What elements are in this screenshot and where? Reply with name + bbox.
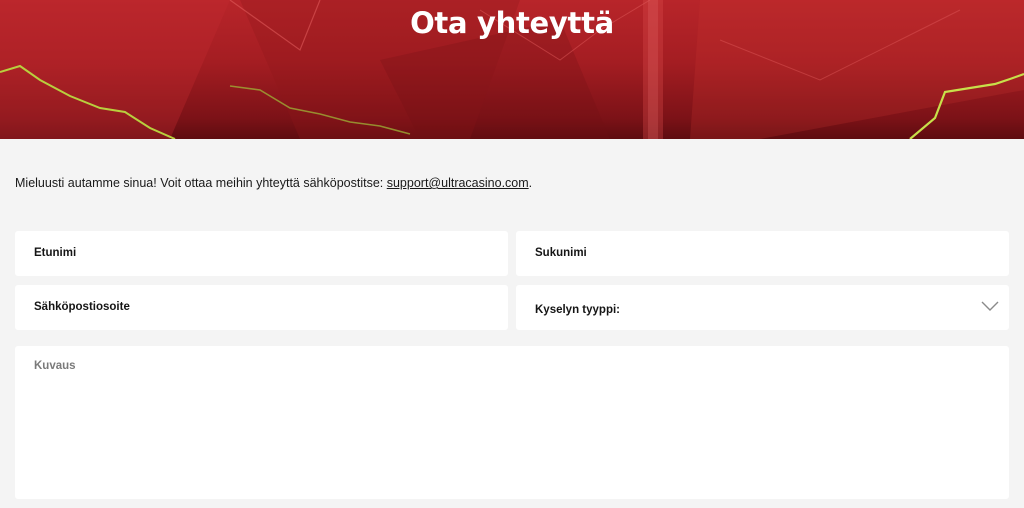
intro-suffix: . bbox=[528, 176, 533, 190]
email-field[interactable]: Sähköpostiosoite bbox=[15, 285, 508, 330]
chevron-down-icon[interactable] bbox=[981, 301, 999, 312]
inquiry-type-select[interactable]: Kyselyn tyyppi: bbox=[516, 285, 1009, 330]
page-title: Ota yhteyttä bbox=[410, 6, 614, 40]
hero-banner: Ota yhteyttä bbox=[0, 0, 1024, 139]
first-name-field[interactable]: Etunimi bbox=[15, 231, 508, 276]
last-name-placeholder: Sukunimi bbox=[535, 247, 587, 259]
last-name-field[interactable]: Sukunimi bbox=[516, 231, 1009, 276]
intro-text: Mieluusti autamme sinua! Voit ottaa meih… bbox=[15, 176, 532, 190]
description-textarea[interactable]: Kuvaus bbox=[15, 346, 1009, 499]
intro-message: Mieluusti autamme sinua! Voit ottaa meih… bbox=[15, 176, 387, 190]
support-email-link[interactable]: support@ultracasino.com bbox=[387, 176, 529, 190]
inquiry-type-label: Kyselyn tyyppi: bbox=[535, 304, 620, 316]
first-name-placeholder: Etunimi bbox=[34, 247, 77, 259]
description-placeholder: Kuvaus bbox=[34, 360, 76, 372]
email-placeholder: Sähköpostiosoite bbox=[34, 301, 130, 313]
